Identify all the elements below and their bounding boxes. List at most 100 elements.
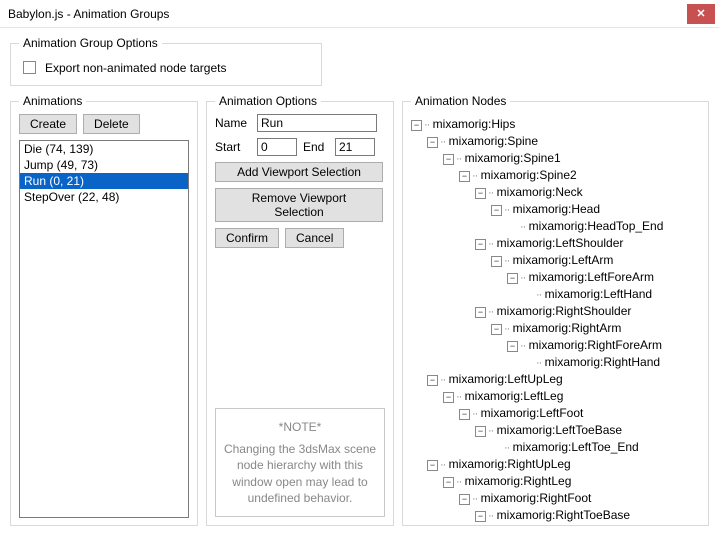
group-options-panel: Animation Group Options Export non-anima… (10, 36, 322, 86)
animation-options-legend: Animation Options (215, 94, 321, 108)
tree-collapse-icon[interactable]: − (491, 324, 502, 335)
tree-node[interactable]: −·· mixamorig:LeftForeArm (411, 269, 700, 286)
animations-listbox[interactable]: Die (74, 139)Jump (49, 73)Run (0, 21)Ste… (19, 140, 189, 518)
tree-node-label: mixamorig:RightFoot (477, 491, 591, 505)
tree-node-label: mixamorig:Spine1 (461, 151, 560, 165)
animation-options-panel: Animation Options Name Start End Add Vie… (206, 94, 394, 526)
tree-node[interactable]: −·· mixamorig:Spine2 (411, 167, 700, 184)
name-label: Name (215, 116, 251, 130)
tree-collapse-icon[interactable]: − (411, 120, 422, 131)
tree-node[interactable]: −·· mixamorig:LeftFoot (411, 405, 700, 422)
delete-button[interactable]: Delete (83, 114, 140, 134)
list-item[interactable]: Die (74, 139) (20, 141, 188, 157)
close-icon: ✕ (696, 7, 705, 20)
close-button[interactable]: ✕ (687, 4, 715, 24)
tree-node-label: mixamorig:RightShoulder (493, 304, 631, 318)
note-title: *NOTE* (222, 419, 378, 435)
tree-leaf-icon (507, 219, 518, 230)
tree-node-label: mixamorig:RightToeBase (493, 508, 630, 522)
tree-collapse-icon[interactable]: − (427, 375, 438, 386)
tree-collapse-icon[interactable]: − (443, 154, 454, 165)
tree-collapse-icon[interactable]: − (475, 307, 486, 318)
tree-node-label: mixamorig:RightHand (541, 355, 660, 369)
tree-collapse-icon[interactable]: − (443, 392, 454, 403)
animations-legend: Animations (19, 94, 86, 108)
export-non-animated-checkbox[interactable] (23, 61, 36, 74)
tree-node-label: mixamorig:LeftToe_End (509, 440, 638, 454)
tree-collapse-icon[interactable]: − (507, 273, 518, 284)
group-options-legend: Animation Group Options (19, 36, 162, 50)
tree-node[interactable]: −·· mixamorig:Hips (411, 116, 700, 133)
tree-leaf-icon (523, 355, 534, 366)
tree-node-label: mixamorig:Spine2 (477, 168, 576, 182)
tree-node[interactable]: −·· mixamorig:RightLeg (411, 473, 700, 490)
create-button[interactable]: Create (19, 114, 77, 134)
tree-node-label: mixamorig:LeftArm (509, 253, 613, 267)
tree-node[interactable]: −·· mixamorig:LeftShoulder (411, 235, 700, 252)
tree-collapse-icon[interactable]: − (491, 205, 502, 216)
tree-node-label: mixamorig:LeftLeg (461, 389, 563, 403)
list-item[interactable]: Run (0, 21) (20, 173, 188, 189)
tree-node[interactable]: −·· mixamorig:Spine (411, 133, 700, 150)
tree-node[interactable]: ·· mixamorig:LeftHand (411, 286, 700, 303)
tree-collapse-icon[interactable]: − (491, 256, 502, 267)
export-non-animated-label: Export non-animated node targets (45, 61, 226, 75)
tree-node-label: mixamorig:Head (509, 202, 600, 216)
remove-viewport-button[interactable]: Remove Viewport Selection (215, 188, 383, 222)
tree-node-label: mixamorig:LeftFoot (477, 406, 583, 420)
start-input[interactable] (257, 138, 297, 156)
tree-node-label: mixamorig:LeftUpLeg (445, 372, 562, 386)
tree-node-label: mixamorig:Spine (445, 134, 538, 148)
tree-node[interactable]: ·· mixamorig:LeftToe_End (411, 439, 700, 456)
tree-node[interactable]: −·· mixamorig:Neck (411, 184, 700, 201)
tree-node[interactable]: −·· mixamorig:LeftToeBase (411, 422, 700, 439)
cancel-button[interactable]: Cancel (285, 228, 344, 248)
tree-node[interactable]: −·· mixamorig:RightForeArm (411, 337, 700, 354)
start-label: Start (215, 140, 251, 154)
tree-node[interactable]: −·· mixamorig:RightToeBase (411, 507, 700, 522)
title-bar: Babylon.js - Animation Groups ✕ (0, 0, 719, 28)
tree-node[interactable]: −·· mixamorig:Spine1 (411, 150, 700, 167)
animations-panel: Animations Create Delete Die (74, 139)Ju… (10, 94, 198, 526)
node-tree[interactable]: −·· mixamorig:Hips−·· mixamorig:Spine−··… (411, 114, 700, 522)
tree-node[interactable]: −·· mixamorig:RightUpLeg (411, 456, 700, 473)
list-item[interactable]: StepOver (22, 48) (20, 189, 188, 205)
tree-leaf-icon (523, 287, 534, 298)
list-item[interactable]: Jump (49, 73) (20, 157, 188, 173)
tree-collapse-icon[interactable]: − (507, 341, 518, 352)
tree-collapse-icon[interactable]: − (475, 511, 486, 522)
tree-collapse-icon[interactable]: − (475, 426, 486, 437)
tree-node-label: mixamorig:LeftForeArm (525, 270, 654, 284)
animation-nodes-panel: Animation Nodes −·· mixamorig:Hips−·· mi… (402, 94, 709, 526)
tree-node[interactable]: ·· mixamorig:RightHand (411, 354, 700, 371)
tree-node[interactable]: −·· mixamorig:LeftArm (411, 252, 700, 269)
tree-collapse-icon[interactable]: − (427, 137, 438, 148)
tree-node-label: mixamorig:LeftHand (541, 287, 652, 301)
end-input[interactable] (335, 138, 375, 156)
tree-collapse-icon[interactable]: − (459, 409, 470, 420)
tree-node[interactable]: ·· mixamorig:HeadTop_End (411, 218, 700, 235)
tree-node-label: mixamorig:RightLeg (461, 474, 571, 488)
tree-collapse-icon[interactable]: − (459, 171, 470, 182)
tree-node[interactable]: −·· mixamorig:LeftLeg (411, 388, 700, 405)
window-title: Babylon.js - Animation Groups (8, 7, 687, 21)
tree-node[interactable]: −·· mixamorig:RightShoulder (411, 303, 700, 320)
tree-collapse-icon[interactable]: − (475, 188, 486, 199)
tree-collapse-icon[interactable]: − (475, 239, 486, 250)
tree-node[interactable]: −·· mixamorig:LeftUpLeg (411, 371, 700, 388)
animation-nodes-legend: Animation Nodes (411, 94, 510, 108)
tree-node[interactable]: −·· mixamorig:Head (411, 201, 700, 218)
tree-node-label: mixamorig:RightForeArm (525, 338, 662, 352)
tree-collapse-icon[interactable]: − (427, 460, 438, 471)
tree-collapse-icon[interactable]: − (459, 494, 470, 505)
add-viewport-button[interactable]: Add Viewport Selection (215, 162, 383, 182)
confirm-button[interactable]: Confirm (215, 228, 279, 248)
tree-collapse-icon[interactable]: − (443, 477, 454, 488)
tree-node-label: mixamorig:LeftToeBase (493, 423, 622, 437)
name-input[interactable] (257, 114, 377, 132)
tree-node[interactable]: −·· mixamorig:RightArm (411, 320, 700, 337)
note-body: Changing the 3dsMax scene node hierarchy… (222, 441, 378, 506)
tree-node-label: mixamorig:RightArm (509, 321, 621, 335)
tree-leaf-icon (491, 440, 502, 451)
tree-node[interactable]: −·· mixamorig:RightFoot (411, 490, 700, 507)
